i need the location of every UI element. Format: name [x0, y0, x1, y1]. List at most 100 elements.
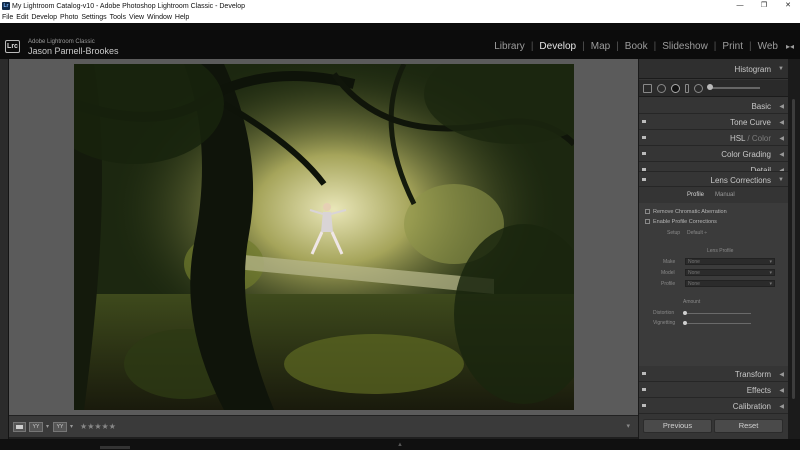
loupe-view-button[interactable]: [13, 421, 26, 432]
panel-title-lens-corrections: Lens Corrections: [710, 176, 771, 185]
module-separator: |: [616, 41, 619, 52]
module-print[interactable]: Print: [722, 41, 743, 52]
module-separator: |: [530, 41, 534, 52]
setup-value[interactable]: Default ÷: [687, 230, 707, 236]
minimize-button[interactable]: —: [728, 0, 752, 12]
masking-tool-icon[interactable]: [685, 83, 689, 93]
panel-switch-icon[interactable]: [642, 404, 646, 407]
panel-lens-corrections[interactable]: Lens Corrections ▼: [639, 171, 789, 187]
left-panel-collapsed[interactable]: [0, 59, 9, 439]
window-controls: — ❐ ✕: [728, 0, 800, 12]
panel-switch-icon[interactable]: [642, 178, 646, 181]
profile-label: Profile: [661, 281, 676, 287]
mask-tool-icon[interactable]: [694, 83, 703, 93]
hsl-label[interactable]: HSL: [730, 134, 745, 143]
lrc-logo: Lrc: [5, 40, 20, 53]
checkbox-icon[interactable]: [645, 219, 650, 224]
lens-tabs: Profile Manual: [639, 187, 789, 203]
menu-photo[interactable]: Photo: [60, 14, 78, 21]
tab-manual[interactable]: Manual: [715, 192, 735, 198]
close-button[interactable]: ✕: [776, 0, 800, 12]
module-web[interactable]: Web: [758, 41, 778, 52]
panel-calibration[interactable]: Calibration ◀: [639, 398, 789, 414]
slider-knob[interactable]: [683, 311, 687, 315]
compare-dropdown-icon[interactable]: ▾: [70, 423, 73, 430]
menu-develop[interactable]: Develop: [31, 14, 57, 21]
panel-tone-curve[interactable]: Tone Curve ◀: [639, 114, 789, 130]
maximize-button[interactable]: ❐: [752, 0, 776, 12]
collapse-arrows-icon[interactable]: ▸◂: [786, 42, 794, 51]
panel-title-color-grading: Color Grading: [721, 150, 771, 159]
before-after-button[interactable]: YY: [29, 421, 43, 432]
histogram-panel-header[interactable]: Histogram ▼: [639, 59, 789, 79]
module-map[interactable]: Map: [591, 41, 610, 52]
filmstrip-scrollbar[interactable]: [100, 446, 130, 449]
panel-switch-icon[interactable]: [642, 372, 646, 375]
menu-settings[interactable]: Settings: [81, 14, 106, 21]
expand-arrow-icon: ◀: [779, 152, 784, 158]
toolbar-menu-icon[interactable]: ▾: [626, 422, 630, 430]
before-after-dropdown-icon[interactable]: ▾: [46, 423, 49, 430]
checkbox-icon[interactable]: [645, 209, 650, 214]
show-filmstrip-icon[interactable]: ▲: [397, 442, 403, 448]
right-panel: Histogram ▼ Basic ◀ Tone Curve ◀ HSL / C…: [638, 59, 789, 439]
model-label: Model: [661, 270, 675, 276]
remove-ca-label: Remove Chromatic Aberration: [653, 209, 727, 215]
menu-help[interactable]: Help: [175, 14, 189, 21]
red-eye-tool-icon[interactable]: [671, 83, 680, 93]
right-panel-scrollbar[interactable]: [788, 59, 800, 439]
make-select[interactable]: None: [685, 258, 775, 265]
vignetting-slider[interactable]: [683, 321, 751, 325]
module-picker: Library | Develop | Map | Book | Slidesh…: [488, 41, 794, 52]
panel-transform[interactable]: Transform ◀: [639, 366, 789, 382]
panel-switch-icon[interactable]: [642, 152, 646, 155]
color-label[interactable]: Color: [752, 134, 771, 143]
tool-slider[interactable]: [707, 84, 760, 90]
menu-bar: File Edit Develop Photo Settings Tools V…: [0, 12, 800, 23]
panel-title-hsl-color: HSL / Color: [730, 134, 771, 143]
distortion-slider[interactable]: [683, 311, 751, 315]
enable-profile-checkbox[interactable]: Enable Profile Corrections: [645, 219, 717, 225]
panel-color-grading[interactable]: Color Grading ◀: [639, 146, 789, 162]
amount-heading: Amount: [683, 299, 701, 305]
module-book[interactable]: Book: [625, 41, 648, 52]
menu-file[interactable]: File: [2, 14, 13, 21]
panel-switch-icon[interactable]: [642, 388, 646, 391]
setup-label: Setup: [667, 230, 681, 236]
panel-basic[interactable]: Basic ◀: [639, 98, 789, 114]
module-library[interactable]: Library: [494, 41, 525, 52]
collapse-arrow-icon: ▼: [778, 177, 784, 183]
scroll-thumb[interactable]: [792, 99, 795, 399]
remove-ca-checkbox[interactable]: Remove Chromatic Aberration: [645, 209, 727, 215]
panel-effects[interactable]: Effects ◀: [639, 382, 789, 398]
slider-knob[interactable]: [683, 321, 687, 325]
panel-hsl-color[interactable]: HSL / Color ◀: [639, 130, 789, 146]
model-select[interactable]: None: [685, 269, 775, 276]
healing-tool-icon[interactable]: [657, 83, 666, 93]
menu-view[interactable]: View: [129, 14, 144, 21]
menu-edit[interactable]: Edit: [16, 14, 28, 21]
crop-tool-icon[interactable]: [643, 83, 652, 93]
develop-toolbar: YY ▾ YY ▾ ★★★★★ ▾: [9, 415, 638, 437]
module-slideshow[interactable]: Slideshow: [662, 41, 708, 52]
previous-button[interactable]: Previous: [643, 419, 712, 433]
panel-switch-icon[interactable]: [642, 136, 646, 139]
compare-view-button[interactable]: YY: [53, 421, 68, 432]
menu-tools[interactable]: Tools: [110, 14, 126, 21]
module-develop[interactable]: Develop: [539, 41, 576, 52]
app-name: Adobe Lightroom Classic: [28, 39, 95, 45]
expand-arrow-icon: ◀: [779, 104, 784, 110]
panel-title-calibration: Calibration: [732, 402, 771, 411]
panel-switch-icon[interactable]: [642, 120, 646, 123]
vignetting-label: Vignetting: [653, 320, 676, 326]
star-rating[interactable]: ★★★★★: [80, 422, 116, 431]
distortion-label: Distortion: [653, 310, 675, 316]
reset-button[interactable]: Reset: [714, 419, 783, 433]
tab-profile[interactable]: Profile: [687, 192, 704, 198]
module-separator: |: [713, 41, 717, 52]
menu-window[interactable]: Window: [147, 14, 172, 21]
photo-preview[interactable]: [74, 64, 574, 410]
panel-title-transform: Transform: [734, 370, 771, 379]
profile-select[interactable]: None: [685, 280, 775, 287]
expand-arrow-icon: ◀: [779, 120, 784, 126]
